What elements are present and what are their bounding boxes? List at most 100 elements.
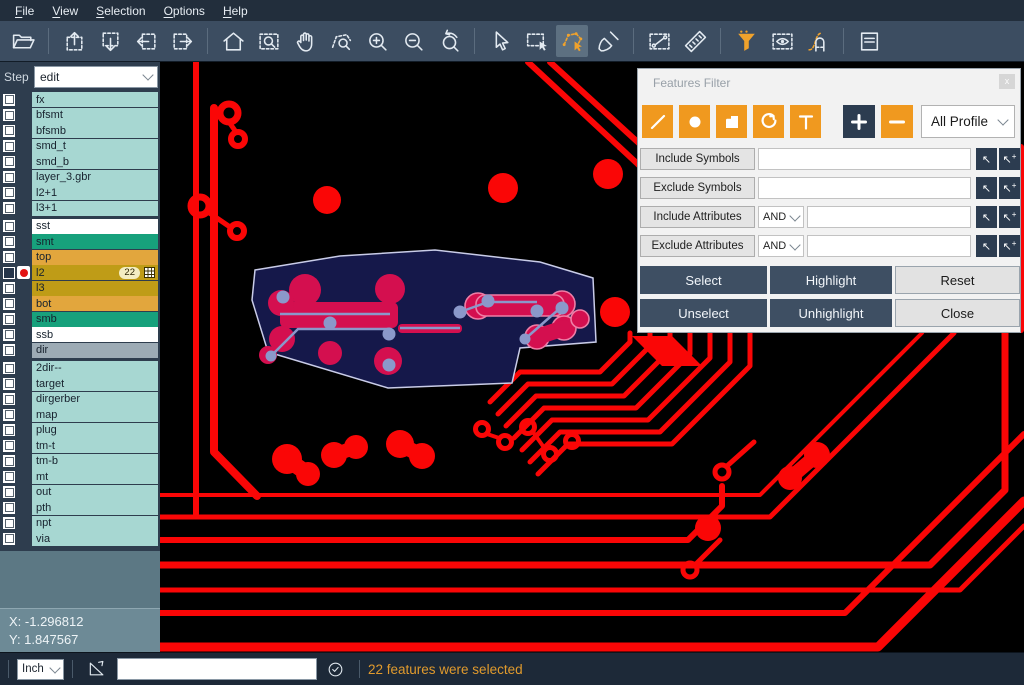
- layer-label[interactable]: dirgerber: [32, 392, 158, 407]
- layer-checkbox[interactable]: [3, 109, 15, 121]
- layer-checkbox[interactable]: [3, 313, 15, 325]
- layer-checkbox[interactable]: [3, 125, 15, 137]
- include-symbols-input[interactable]: [758, 148, 971, 170]
- exclude-attributes-logic-select[interactable]: AND: [758, 235, 804, 257]
- layer-label[interactable]: plug: [32, 423, 158, 438]
- arc-filter-button[interactable]: [753, 105, 784, 138]
- polygon-select-button[interactable]: [556, 25, 588, 57]
- exclude-symbols-input[interactable]: [758, 177, 971, 199]
- layer-label[interactable]: ssb: [32, 327, 158, 342]
- include-attributes-pick-add-button[interactable]: ↖+: [999, 206, 1020, 228]
- layer-label[interactable]: 2dir--: [32, 361, 158, 376]
- unit-select[interactable]: Inch: [17, 659, 64, 680]
- layer-checkbox[interactable]: [3, 344, 15, 356]
- layer-label[interactable]: fx: [32, 92, 158, 107]
- zoom-previous-button[interactable]: [433, 25, 465, 57]
- menu-view[interactable]: View: [43, 3, 87, 19]
- layer-checkbox[interactable]: [3, 140, 15, 152]
- surface-filter-button[interactable]: [716, 105, 747, 138]
- layer-checkbox[interactable]: [3, 502, 15, 514]
- snap-button[interactable]: [802, 25, 834, 57]
- layer-label[interactable]: via: [32, 531, 158, 546]
- grid-icon[interactable]: [144, 267, 155, 278]
- layer-checkbox[interactable]: [3, 362, 15, 374]
- menu-help[interactable]: Help: [214, 3, 257, 19]
- zoom-in-button[interactable]: [361, 25, 393, 57]
- layer-checkbox[interactable]: [3, 393, 15, 405]
- highlight-button[interactable]: Highlight: [770, 266, 892, 294]
- layer-checkbox[interactable]: [3, 202, 15, 214]
- layer-checkbox[interactable]: [3, 156, 15, 168]
- import-face-down-button[interactable]: [94, 25, 126, 57]
- layer-checkbox[interactable]: [3, 533, 15, 545]
- layers-panel-button[interactable]: [853, 25, 885, 57]
- layer-label[interactable]: bot: [32, 296, 158, 311]
- layer-checkbox[interactable]: [3, 517, 15, 529]
- unselect-button[interactable]: Unselect: [640, 299, 767, 327]
- layer-label[interactable]: top: [32, 250, 158, 265]
- clear-highlights-button[interactable]: [592, 25, 624, 57]
- layer-label[interactable]: l2+1: [32, 185, 158, 200]
- layer-checkbox[interactable]: [3, 94, 15, 106]
- layer-label[interactable]: tm-t: [32, 438, 158, 453]
- layer-label[interactable]: smd_b: [32, 154, 158, 169]
- negative-mode-button[interactable]: [881, 105, 913, 138]
- layer-checkbox[interactable]: [3, 409, 15, 421]
- unhighlight-button[interactable]: Unhighlight: [770, 299, 892, 327]
- layer-label[interactable]: pth: [32, 500, 158, 515]
- layer-label[interactable]: sst: [32, 219, 158, 234]
- zoom-out-button[interactable]: [397, 25, 429, 57]
- layer-label[interactable]: smt: [32, 234, 158, 249]
- layer-label[interactable]: l3+1: [32, 201, 158, 216]
- exclude-symbols-pick-add-button[interactable]: ↖+: [999, 177, 1020, 199]
- open-folder-button[interactable]: [7, 25, 39, 57]
- layer-checkbox[interactable]: [3, 236, 15, 248]
- layer-checkbox[interactable]: [3, 471, 15, 483]
- pan-button[interactable]: [289, 25, 321, 57]
- include-attributes-logic-select[interactable]: AND: [758, 206, 804, 228]
- include-symbols-button[interactable]: Include Symbols: [640, 148, 755, 170]
- layer-checkbox[interactable]: [3, 486, 15, 498]
- layer-checkbox[interactable]: [3, 455, 15, 467]
- text-filter-button[interactable]: [790, 105, 821, 138]
- layer-label[interactable]: mt: [32, 469, 158, 484]
- zoom-polygon-button[interactable]: [325, 25, 357, 57]
- layer-checkbox[interactable]: [3, 187, 15, 199]
- layer-label[interactable]: tm-b: [32, 454, 158, 469]
- pad-filter-button[interactable]: [679, 105, 710, 138]
- menu-options[interactable]: Options: [155, 3, 214, 19]
- reset-button[interactable]: Reset: [895, 266, 1020, 294]
- exclude-attributes-pick-add-button[interactable]: ↖+: [999, 235, 1020, 257]
- layer-checkbox[interactable]: [3, 220, 15, 232]
- layer-checkbox[interactable]: [3, 251, 15, 263]
- exclude-symbols-pick-button[interactable]: ↖: [976, 177, 997, 199]
- step-right-button[interactable]: [166, 25, 198, 57]
- layer-checkbox[interactable]: [3, 282, 15, 294]
- layer-label[interactable]: layer_3.gbr: [32, 170, 158, 185]
- include-attributes-button[interactable]: Include Attributes: [640, 206, 755, 228]
- import-face-up-button[interactable]: [58, 25, 90, 57]
- menu-selection[interactable]: Selection: [87, 3, 154, 19]
- exclude-attributes-pick-button[interactable]: ↖: [976, 235, 997, 257]
- view-options-button[interactable]: [766, 25, 798, 57]
- home-view-button[interactable]: [217, 25, 249, 57]
- layer-label[interactable]: l3: [32, 281, 158, 296]
- include-symbols-pick-button[interactable]: ↖: [976, 148, 997, 170]
- include-attributes-input[interactable]: [807, 206, 971, 228]
- step-select[interactable]: edit: [34, 66, 158, 88]
- layer-label[interactable]: map: [32, 407, 158, 422]
- layer-label[interactable]: bfsmb: [32, 123, 158, 138]
- exclude-attributes-button[interactable]: Exclude Attributes: [640, 235, 755, 257]
- select-button[interactable]: Select: [640, 266, 767, 294]
- measure-button[interactable]: [643, 25, 675, 57]
- select-pointer-button[interactable]: [484, 25, 516, 57]
- positive-mode-button[interactable]: [843, 105, 875, 138]
- layer-checkbox[interactable]: [3, 171, 15, 183]
- layer-label[interactable]: bfsmt: [32, 108, 158, 123]
- layer-checkbox[interactable]: [3, 329, 15, 341]
- layer-checkbox[interactable]: [3, 298, 15, 310]
- line-filter-button[interactable]: [642, 105, 673, 138]
- include-symbols-pick-add-button[interactable]: ↖+: [999, 148, 1020, 170]
- layer-checkbox[interactable]: [3, 440, 15, 452]
- zoom-area-button[interactable]: [253, 25, 285, 57]
